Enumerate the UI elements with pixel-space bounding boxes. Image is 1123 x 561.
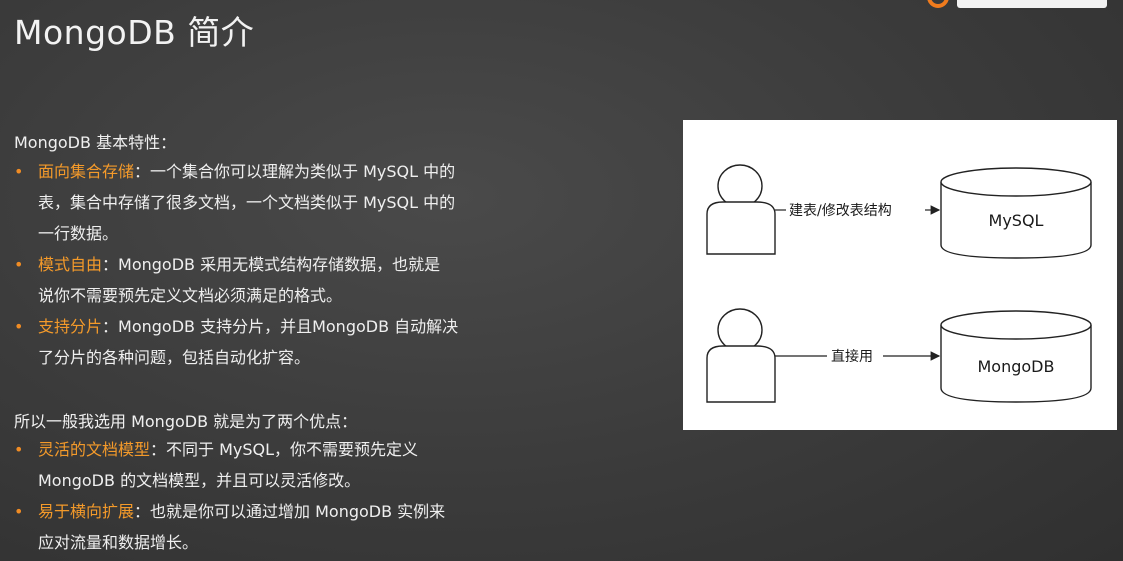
advantage-highlight: 灵活的文档模型 [38, 440, 151, 459]
feature-item-collection: • 面向集合存储：一个集合你可以理解为类似于 MySQL 中的 表，集合中存储了… [14, 156, 614, 249]
feature-text: ：MongoDB 采用无模式结构存储数据，也就是 [102, 255, 441, 274]
advantage-text: ：不同于 MySQL，你不需要预先定义 [150, 440, 419, 459]
features-list: • 面向集合存储：一个集合你可以理解为类似于 MySQL 中的 表，集合中存储了… [14, 156, 614, 373]
user-icon-bottom [706, 308, 776, 403]
advantage-highlight: 易于横向扩展 [38, 502, 135, 521]
features-heading: MongoDB 基本特性： [14, 133, 177, 152]
mysql-db-label: MySQL [989, 211, 1044, 230]
bullet-dot-icon: • [14, 502, 24, 521]
logo-wordmark [957, 0, 1107, 8]
advantage-item-flexible-model: • 灵活的文档模型：不同于 MySQL，你不需要预先定义 MongoDB 的文档… [14, 434, 614, 496]
diagram-svg: 建表/修改表结构 MySQL 直接用 MongoDB [706, 164, 1092, 403]
feature-text-line2: 了分片的各种问题，包括自动化扩容。 [38, 348, 311, 367]
mysql-vs-mongodb-diagram: 建表/修改表结构 MySQL 直接用 MongoDB [683, 120, 1117, 430]
advantage-text-line2: MongoDB 的文档模型，并且可以灵活修改。 [38, 471, 361, 490]
advantage-item-horizontal-scaling: • 易于横向扩展：也就是你可以通过增加 MongoDB 实例来 应对流量和数据增… [14, 496, 614, 558]
bottom-arrow-label: 直接用 [831, 348, 873, 365]
bullet-dot-icon: • [14, 317, 24, 336]
advantages-list: • 灵活的文档模型：不同于 MySQL，你不需要预先定义 MongoDB 的文档… [14, 434, 614, 558]
feature-highlight: 支持分片 [38, 317, 103, 336]
advantages-heading: 所以一般我选用 MongoDB 就是为了两个优点： [14, 412, 358, 431]
feature-text: ：MongoDB 支持分片，并且MongoDB 自动解决 [102, 317, 459, 336]
mongodb-db-label: MongoDB [978, 357, 1055, 376]
top-arrow-label: 建表/修改表结构 [789, 203, 892, 219]
feature-highlight: 模式自由 [38, 255, 103, 274]
logo-mark-icon [927, 0, 949, 8]
user-icon-top [706, 164, 776, 255]
slide-title: MongoDB 简介 [14, 13, 255, 52]
feature-item-schema-free: • 模式自由：MongoDB 采用无模式结构存储数据，也就是 说你不需要预先定义… [14, 249, 614, 311]
brand-logo [927, 0, 1117, 10]
advantage-text-line2: 应对流量和数据增长。 [38, 533, 199, 552]
bullet-dot-icon: • [14, 162, 24, 181]
feature-text: ：一个集合你可以理解为类似于 MySQL 中的 [134, 162, 456, 181]
bullet-dot-icon: • [14, 255, 24, 274]
feature-text-line2: 表，集合中存储了很多文档，一个文档类似于 MySQL 中的 [38, 193, 456, 212]
feature-highlight: 面向集合存储 [38, 162, 135, 181]
bullet-dot-icon: • [14, 440, 24, 459]
feature-text-line2: 说你不需要预先定义文档必须满足的格式。 [38, 286, 343, 305]
feature-item-sharding: • 支持分片：MongoDB 支持分片，并且MongoDB 自动解决 了分片的各… [14, 311, 614, 373]
advantage-text: ：也就是你可以通过增加 MongoDB 实例来 [134, 502, 446, 521]
feature-text-line3: 一行数据。 [38, 224, 119, 243]
